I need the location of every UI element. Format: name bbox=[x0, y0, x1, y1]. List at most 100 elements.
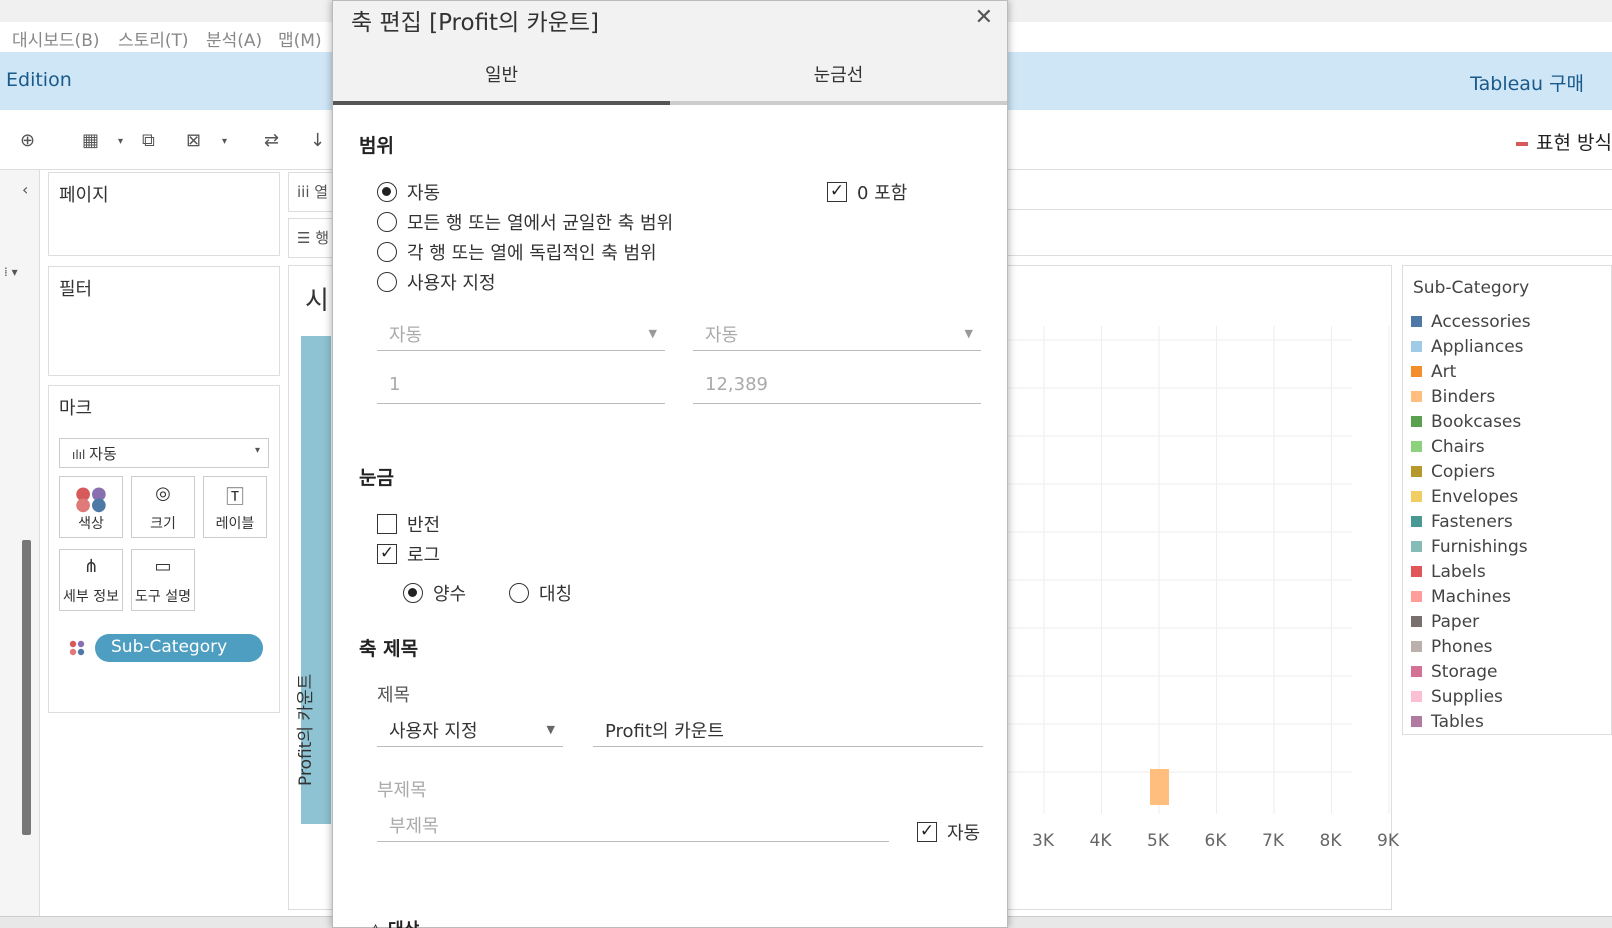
radio-unselected bbox=[509, 583, 529, 603]
legend-item[interactable]: Accessories bbox=[1411, 309, 1531, 334]
swap-icon[interactable]: ⇄ bbox=[264, 130, 279, 151]
legend-item[interactable]: Tables bbox=[1411, 709, 1531, 734]
legend-swatch bbox=[1411, 591, 1422, 602]
range-min-input[interactable]: 1 bbox=[377, 368, 665, 404]
legend-item-label: Envelopes bbox=[1431, 486, 1519, 507]
legend-swatch bbox=[1411, 541, 1422, 552]
color-legend: Sub-Category Accessories Appliances Art Bin… bbox=[1402, 265, 1612, 735]
legend-item-label: Appliances bbox=[1431, 336, 1524, 357]
legend-item[interactable]: Machines bbox=[1411, 584, 1531, 609]
legend-item-label: Tables bbox=[1431, 711, 1484, 732]
title-input[interactable]: Profit의 카운트 bbox=[593, 711, 983, 747]
radio-unselected bbox=[377, 212, 397, 232]
log-checkbox[interactable]: ✓ 로그 bbox=[377, 541, 440, 567]
label-button[interactable]: 🅃 레이블 bbox=[203, 476, 267, 538]
edit-axis-dialog: 축 편집 [Profit의 카운트] ✕ 일반 눈금선 범위 자동 모든 행 또… bbox=[332, 0, 1008, 928]
legend-item[interactable]: Art bbox=[1411, 359, 1531, 384]
legend-item[interactable]: Paper bbox=[1411, 609, 1531, 634]
detail-button[interactable]: ⋔ 세부 정보 bbox=[59, 549, 123, 611]
rows-shelf[interactable]: ☰ 행 bbox=[288, 218, 338, 258]
legend-swatch bbox=[1411, 466, 1422, 477]
tab-general[interactable]: 일반 bbox=[333, 61, 670, 105]
legend-item[interactable]: Fasteners bbox=[1411, 509, 1531, 534]
legend-item[interactable]: Supplies bbox=[1411, 684, 1531, 709]
legend-item-label: Accessories bbox=[1431, 311, 1531, 332]
range-uniform-radio[interactable]: 모든 행 또는 열에서 균일한 축 범위 bbox=[377, 209, 673, 235]
columns-shelf-right[interactable] bbox=[1007, 170, 1612, 210]
range-max-input[interactable]: 12,389 bbox=[693, 368, 981, 404]
clear-sheet-icon[interactable]: ⊠ bbox=[186, 130, 201, 151]
log-symmetric-radio[interactable]: 대칭 bbox=[509, 580, 572, 606]
left-collapse-strip: ‹ ⁞ ▾ bbox=[0, 170, 40, 928]
subtitle-auto-checkbox[interactable]: ✓ 자동 bbox=[917, 819, 980, 845]
legend-item-label: Supplies bbox=[1431, 686, 1503, 707]
chevron-down-icon: ▼ bbox=[964, 327, 973, 340]
show-me-button[interactable]: 표현 방식 bbox=[1516, 128, 1612, 155]
new-sheet-dropdown-icon[interactable]: ▾ bbox=[118, 136, 123, 147]
title-source-dropdown[interactable]: 사용자 지정 ▼ bbox=[377, 711, 563, 747]
legend-item[interactable]: Bookcases bbox=[1411, 409, 1531, 434]
strip-menu-icon[interactable]: ⁞ ▾ bbox=[4, 265, 18, 279]
duplicate-sheet-icon[interactable]: ⧉ bbox=[142, 130, 155, 151]
legend-item[interactable]: Storage bbox=[1411, 659, 1531, 684]
range-start-dropdown[interactable]: 자동 ▼ bbox=[377, 315, 665, 351]
tab-tick-marks[interactable]: 눈금선 bbox=[670, 61, 1007, 105]
menu-analysis[interactable]: 분석(A) bbox=[206, 26, 262, 51]
range-custom-radio[interactable]: 사용자 지정 bbox=[377, 269, 496, 295]
range-independent-label: 각 행 또는 열에 독립적인 축 범위 bbox=[407, 243, 657, 264]
new-datasource-icon[interactable]: ⊕ bbox=[20, 130, 35, 151]
legend-item[interactable]: Phones bbox=[1411, 634, 1531, 659]
legend-item[interactable]: Labels bbox=[1411, 559, 1531, 584]
menu-map[interactable]: 맵(M) bbox=[278, 26, 322, 51]
legend-item[interactable]: Binders bbox=[1411, 384, 1531, 409]
show-me-label: 표현 방식 bbox=[1536, 132, 1612, 154]
sort-icon[interactable]: ↓ bbox=[310, 130, 325, 151]
x-axis-tick-label: 5K bbox=[1147, 831, 1169, 851]
legend-item[interactable]: Chairs bbox=[1411, 434, 1531, 459]
rows-shelf-right[interactable] bbox=[1007, 210, 1612, 256]
legend-item[interactable]: Appliances bbox=[1411, 334, 1531, 359]
tooltip-button[interactable]: ▭ 도구 설명 bbox=[131, 549, 195, 611]
log-positive-radio[interactable]: 양수 bbox=[403, 580, 466, 606]
size-button[interactable]: ◎ 크기 bbox=[131, 476, 195, 538]
legend-swatch bbox=[1411, 666, 1422, 677]
legend-swatch bbox=[1411, 491, 1422, 502]
legend-item[interactable]: Envelopes bbox=[1411, 484, 1531, 509]
color-button[interactable]: ●● ●● 색상 bbox=[59, 476, 123, 538]
reversed-label: 반전 bbox=[407, 515, 441, 536]
include-zero-checkbox[interactable]: ✓ 0 포함 bbox=[827, 179, 907, 205]
range-independent-radio[interactable]: 각 행 또는 열에 독립적인 축 범위 bbox=[377, 239, 657, 265]
columns-shelf[interactable]: iii 열 bbox=[288, 172, 338, 212]
y-axis-label[interactable]: Profit의 카운트 bbox=[291, 546, 316, 786]
tab-general-label: 일반 bbox=[484, 65, 519, 86]
worksheet-left: 시 Profit의 카운트 bbox=[288, 265, 338, 910]
collapse-chevron-icon[interactable]: ‹ bbox=[22, 180, 28, 199]
range-custom-label: 사용자 지정 bbox=[407, 273, 496, 294]
menu-dashboard[interactable]: 대시보드(B) bbox=[12, 26, 100, 51]
new-sheet-icon[interactable]: ▦ bbox=[82, 130, 99, 151]
menu-story[interactable]: 스토리(T) bbox=[118, 26, 189, 51]
legend-swatch bbox=[1411, 716, 1422, 727]
sub-category-pill[interactable]: Sub-Category bbox=[95, 634, 263, 662]
subtitle-label: 부제목 bbox=[377, 780, 427, 801]
log-label: 로그 bbox=[407, 545, 441, 566]
legend-item[interactable]: Furnishings bbox=[1411, 534, 1531, 559]
edition-label: Edition bbox=[6, 69, 72, 91]
range-auto-radio[interactable]: 자동 bbox=[377, 179, 440, 205]
subtitle-input[interactable]: 부제목 bbox=[377, 806, 889, 842]
mark-type-dropdown[interactable]: ılıl 자동 ▾ bbox=[59, 438, 269, 468]
range-end-dropdown[interactable]: 자동 ▼ bbox=[693, 315, 981, 351]
legend-swatch bbox=[1411, 416, 1422, 427]
size-icon: ◎ bbox=[155, 483, 171, 504]
range-max-value: 12,389 bbox=[705, 374, 768, 395]
radio-selected bbox=[403, 583, 423, 603]
scrollbar-thumb[interactable] bbox=[22, 540, 31, 835]
close-icon[interactable]: ✕ bbox=[975, 5, 993, 30]
legend-item[interactable]: Copiers bbox=[1411, 459, 1531, 484]
legend-swatch bbox=[1411, 366, 1422, 377]
buy-tableau-link[interactable]: Tableau 구매 bbox=[1470, 69, 1584, 96]
legend-item-label: Chairs bbox=[1431, 436, 1485, 457]
range-section-title: 범위 bbox=[359, 135, 394, 157]
clear-dropdown-icon[interactable]: ▾ bbox=[222, 136, 227, 147]
reversed-checkbox[interactable]: 반전 bbox=[377, 511, 440, 537]
